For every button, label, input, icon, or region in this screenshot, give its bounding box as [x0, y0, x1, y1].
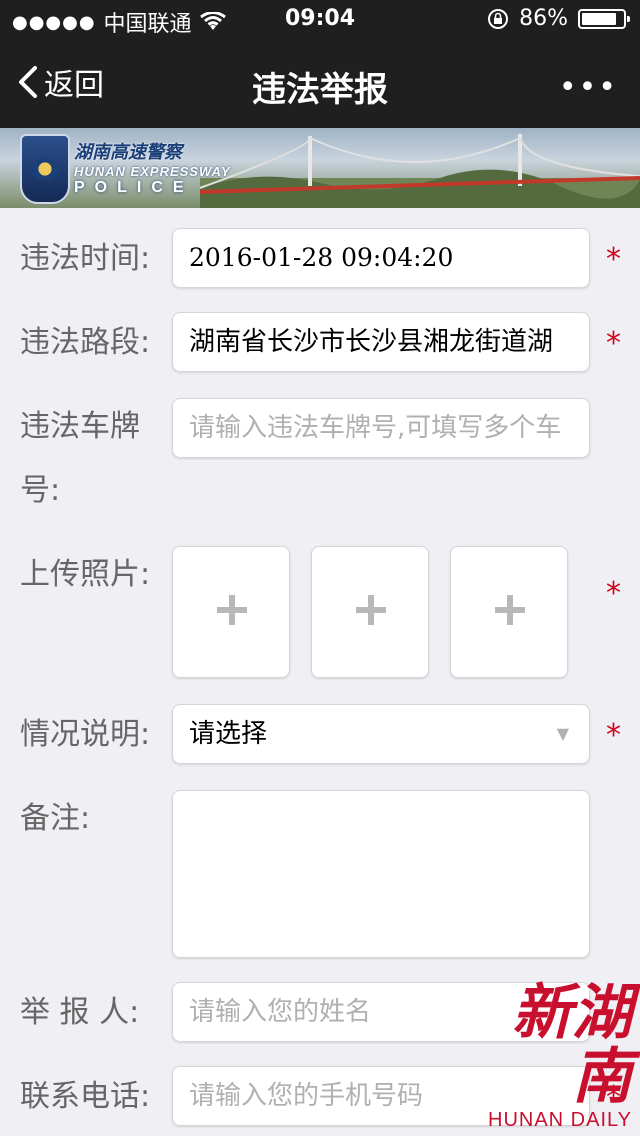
banner-police: POLICE [74, 179, 194, 196]
nav-bar: 返回 违法举报 ••• [0, 40, 640, 128]
notes-label: 备注: [20, 801, 91, 836]
battery-percent: 86% [519, 6, 568, 31]
plate-label-line1: 违法车牌 [20, 409, 140, 444]
required-mark: * [606, 326, 621, 361]
rotation-lock-icon [488, 8, 509, 29]
violation-road-label: 违法路段: [20, 325, 151, 360]
photo-label: 上传照片: [20, 557, 151, 592]
reporter-label: 举 报 人: [20, 995, 140, 1030]
plate-input[interactable]: 请输入违法车牌号,可填写多个车 [172, 398, 590, 458]
description-label: 情况说明: [20, 717, 151, 752]
header-banner: 湖南高速警察 HUNAN EXPRESSWAY POLICE [0, 128, 640, 208]
police-badge-icon [20, 134, 70, 204]
hunan-daily-watermark: 新湖南 HUNAN DAILY [462, 981, 632, 1132]
plus-icon [495, 595, 525, 625]
description-select[interactable]: 请选择 ▼ [172, 704, 590, 764]
notes-textarea[interactable] [172, 790, 590, 958]
required-mark: * [606, 718, 621, 753]
required-mark: * [606, 576, 621, 611]
status-right: 86% [487, 6, 630, 31]
banner-title-en: HUNAN EXPRESSWAY [74, 164, 231, 179]
photo-upload-button-2[interactable] [311, 546, 429, 678]
violation-time-label: 违法时间: [20, 241, 151, 276]
description-select-value: 请选择 [189, 719, 268, 749]
banner-title-cn: 湖南高速警察 [74, 142, 182, 162]
photo-upload-button-1[interactable] [172, 546, 290, 678]
photo-upload-button-3[interactable] [450, 546, 568, 678]
more-button[interactable]: ••• [559, 70, 618, 105]
violation-time-field[interactable]: 2016-01-28 09:04:20 [172, 228, 590, 288]
plate-label-line2: 号: [20, 473, 61, 508]
watermark-cn: 新湖南 [512, 978, 632, 1112]
status-bar: ●●●●● 中国联通 09:04 86% [0, 0, 640, 40]
required-mark: * [606, 242, 621, 277]
page-title: 违法举报 [252, 70, 388, 110]
bridge-illustration [200, 134, 640, 208]
battery-icon [578, 8, 630, 29]
plus-icon [217, 595, 247, 625]
plus-icon [356, 595, 386, 625]
banner-text: 湖南高速警察 HUNAN EXPRESSWAY POLICE [74, 138, 231, 197]
violation-road-field[interactable]: 湖南省长沙市长沙县湘龙街道湖 [172, 312, 590, 372]
watermark-en: HUNAN DAILY [488, 1109, 632, 1131]
dropdown-arrow-icon: ▼ [556, 724, 569, 743]
phone-label: 联系电话: [20, 1079, 151, 1114]
